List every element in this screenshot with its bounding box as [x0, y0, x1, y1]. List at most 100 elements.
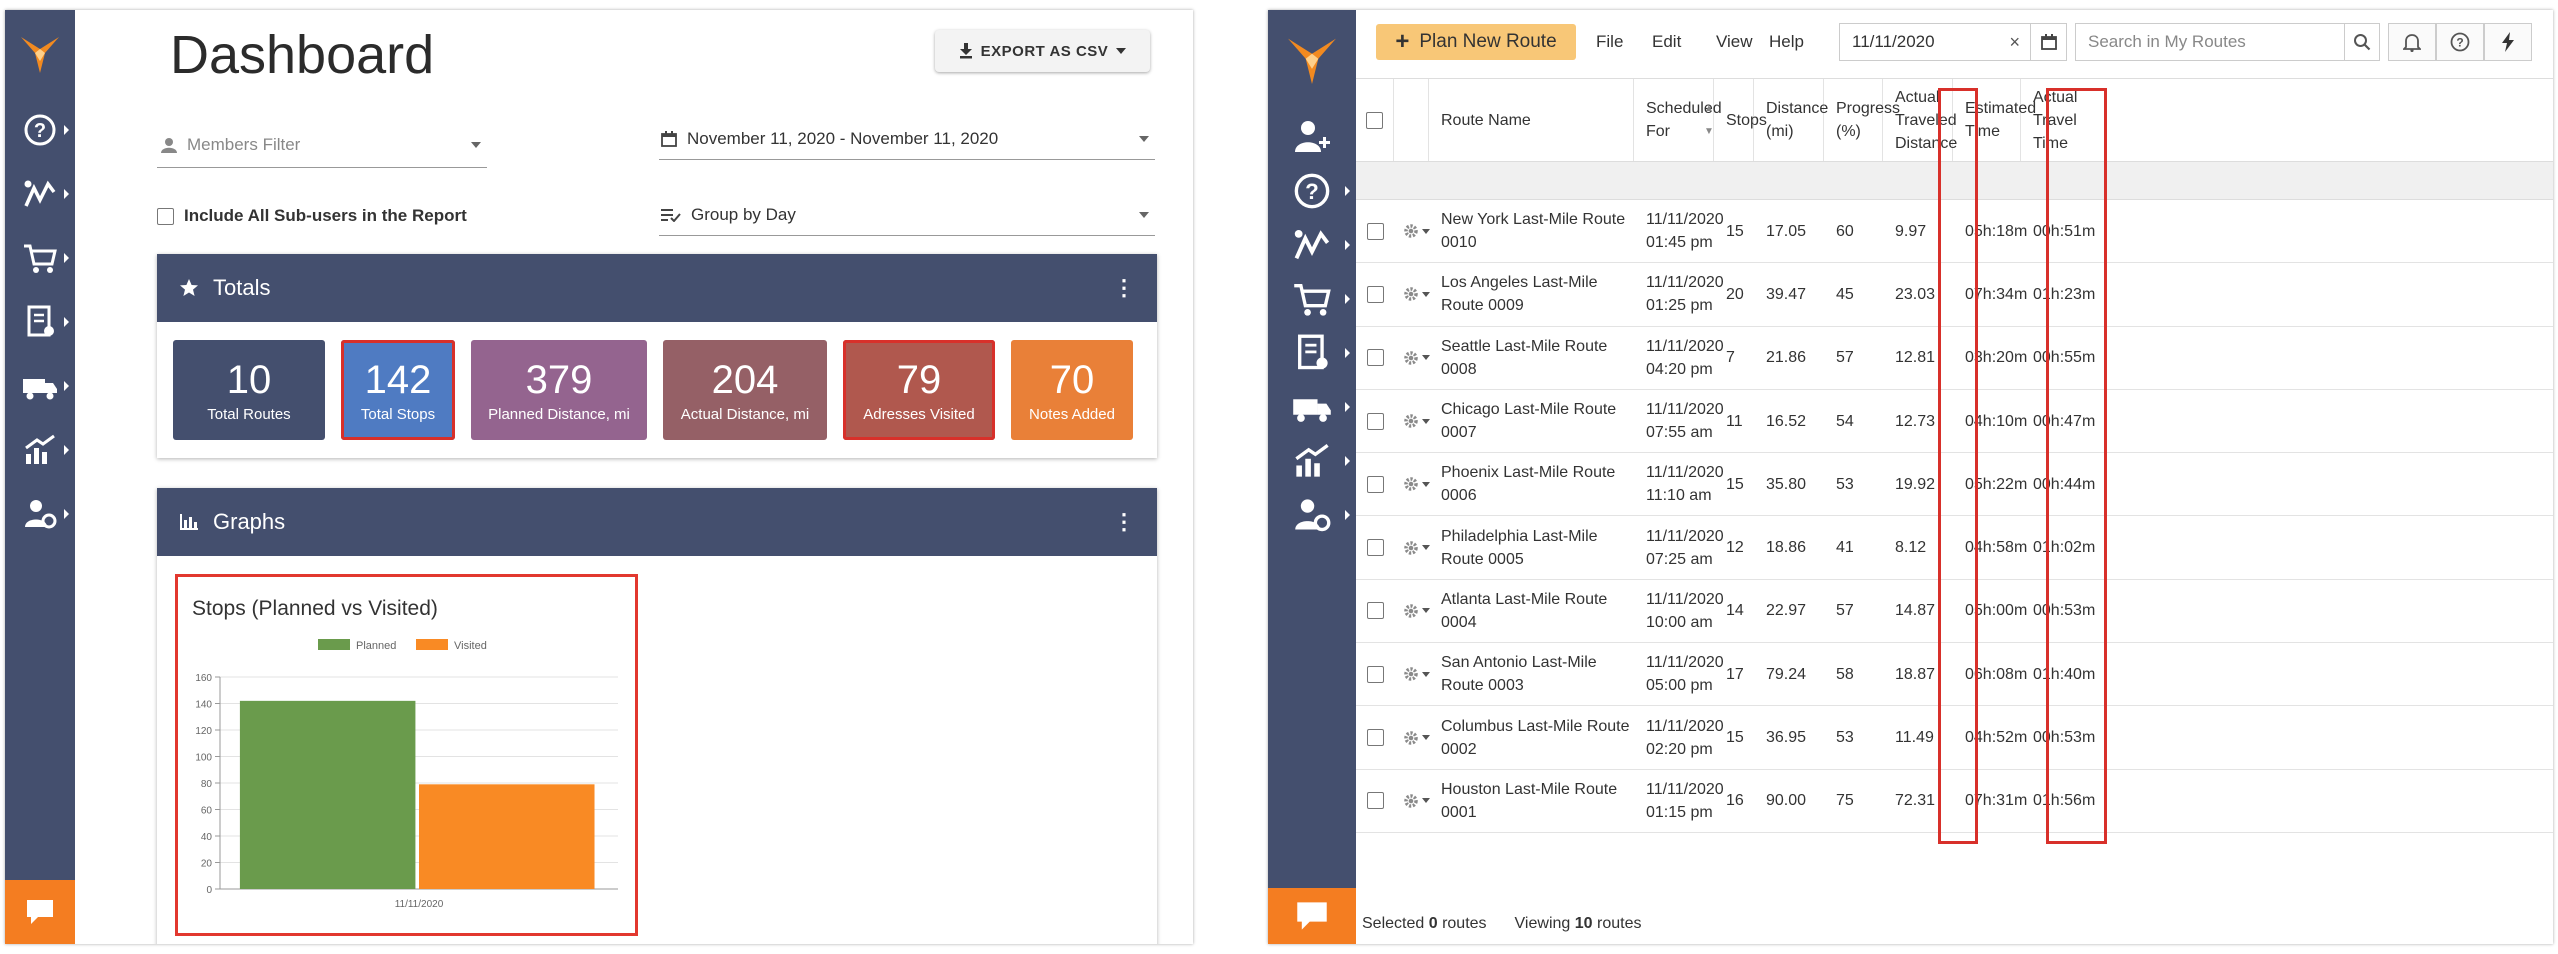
- analytics-icon[interactable]: [5, 418, 75, 482]
- app-logo[interactable]: [5, 10, 75, 98]
- stat-tile[interactable]: 142 Total Stops: [341, 340, 455, 440]
- cart-icon[interactable]: [5, 226, 75, 290]
- route-name-cell[interactable]: Atlanta Last-Mile Route 0004: [1429, 580, 1634, 642]
- plan-new-route-button[interactable]: + Plan New Route: [1376, 24, 1576, 60]
- app-logo[interactable]: [1268, 10, 1356, 110]
- gear-icon[interactable]: [1402, 412, 1430, 430]
- gear-icon[interactable]: [1402, 729, 1430, 747]
- row-checkbox[interactable]: [1366, 539, 1384, 557]
- gear-icon[interactable]: [1402, 222, 1430, 240]
- user-settings-icon[interactable]: [1268, 488, 1356, 542]
- route-name-cell[interactable]: Seattle Last-Mile Route 0008: [1429, 327, 1634, 389]
- row-checkbox[interactable]: [1366, 602, 1384, 620]
- help-icon[interactable]: ?: [5, 98, 75, 162]
- distance-cell: 22.97: [1766, 602, 1807, 620]
- search-button[interactable]: [2345, 23, 2380, 61]
- clear-icon[interactable]: ×: [2009, 32, 2020, 53]
- chat-button[interactable]: [5, 880, 75, 944]
- table-row[interactable]: 11/11/2020 02:20 pm Columbus Last-Mile Rou…: [1356, 706, 2553, 770]
- stat-label: Total Routes: [207, 405, 291, 423]
- stat-tile[interactable]: 10 Total Routes: [173, 340, 325, 440]
- column-stops[interactable]: Stops: [1714, 79, 1767, 161]
- table-row[interactable]: 11/11/2020 07:55 am Chicago Last-Mile Rout…: [1356, 390, 2553, 454]
- user-settings-icon[interactable]: [5, 482, 75, 546]
- more-options-icon[interactable]: ⋮: [1113, 275, 1135, 301]
- row-actions-cell: [1394, 453, 1430, 515]
- column-route-name[interactable]: Route Name: [1429, 79, 1634, 161]
- route-name-cell[interactable]: Philadelphia Last-Mile Route 0005: [1429, 516, 1634, 578]
- gear-icon[interactable]: [1402, 792, 1430, 810]
- row-checkbox[interactable]: [1366, 412, 1384, 430]
- help-icon[interactable]: ?: [1268, 164, 1356, 218]
- quick-actions-button[interactable]: [2484, 23, 2532, 61]
- notifications-button[interactable]: [2388, 23, 2436, 61]
- row-checkbox[interactable]: [1366, 222, 1384, 240]
- right-sidebar: ?: [1268, 10, 1356, 944]
- route-name-cell[interactable]: San Antonio Last-Mile Route 0003: [1429, 643, 1634, 705]
- subusers-checkbox[interactable]: [157, 207, 174, 225]
- column-actual-travel-time[interactable]: Actual Travel Time: [2021, 79, 2083, 161]
- help-button[interactable]: ?: [2436, 23, 2484, 61]
- table-row[interactable]: 11/11/2020 05:00 pm San Antonio Last-Mile …: [1356, 643, 2553, 707]
- route-name-cell[interactable]: Phoenix Last-Mile Route 0006: [1429, 453, 1634, 515]
- sort-icon[interactable]: ▲ ▼: [1704, 97, 1714, 143]
- analytics-icon[interactable]: [1268, 434, 1356, 488]
- table-row[interactable]: 11/11/2020 11:10 am Phoenix Last-Mile Rout…: [1356, 453, 2553, 517]
- row-checkbox[interactable]: [1366, 475, 1384, 493]
- column-actual-distance[interactable]: Actual Traveled Distance: [1883, 79, 1957, 161]
- gear-icon[interactable]: [1402, 539, 1430, 557]
- routes-icon[interactable]: [5, 162, 75, 226]
- menu-view[interactable]: View: [1716, 32, 1753, 52]
- row-checkbox[interactable]: [1366, 285, 1384, 303]
- chat-button[interactable]: [1268, 888, 1356, 944]
- search-input[interactable]: Search in My Routes: [2075, 23, 2345, 61]
- stat-tile[interactable]: 204 Actual Distance, mi: [663, 340, 827, 440]
- include-subusers-option[interactable]: Include All Sub-users in the Report: [157, 206, 467, 226]
- members-filter[interactable]: Members Filter: [157, 122, 487, 168]
- gear-icon[interactable]: [1402, 349, 1430, 367]
- vehicles-icon[interactable]: [1268, 380, 1356, 434]
- row-checkbox[interactable]: [1366, 665, 1384, 683]
- table-row[interactable]: 11/11/2020 01:15 pm Houston Last-Mile Rout…: [1356, 770, 2553, 833]
- date-range-filter[interactable]: November 11, 2020 - November 11, 2020: [659, 118, 1155, 160]
- table-row[interactable]: 11/11/2020 07:25 am Philadelphia Last-Mile…: [1356, 516, 2553, 580]
- menu-edit[interactable]: Edit: [1652, 32, 1681, 52]
- export-csv-button[interactable]: EXPORT AS CSV: [935, 30, 1150, 72]
- stat-tile[interactable]: 79 Adresses Visited: [843, 340, 995, 440]
- stat-tile[interactable]: 70 Notes Added: [1011, 340, 1133, 440]
- gear-icon[interactable]: [1402, 285, 1430, 303]
- column-progress[interactable]: Progress (%): [1824, 79, 1900, 161]
- column-distance[interactable]: Distance (mi): [1754, 79, 1828, 161]
- more-options-icon[interactable]: ⋮: [1113, 509, 1135, 535]
- calendar-button[interactable]: [2031, 23, 2067, 61]
- column-estimated-time[interactable]: Estimated Time: [1953, 79, 2036, 161]
- gear-icon[interactable]: [1402, 602, 1430, 620]
- add-user-icon[interactable]: [1268, 110, 1356, 164]
- gear-icon[interactable]: [1402, 665, 1430, 683]
- menu-help[interactable]: Help: [1769, 32, 1804, 52]
- documents-icon[interactable]: [1268, 326, 1356, 380]
- vehicles-icon[interactable]: [5, 354, 75, 418]
- routes-icon[interactable]: [1268, 218, 1356, 272]
- row-checkbox[interactable]: [1366, 792, 1384, 810]
- gear-icon[interactable]: [1402, 475, 1430, 493]
- documents-icon[interactable]: [5, 290, 75, 354]
- route-name-cell[interactable]: Columbus Last-Mile Route 0002: [1429, 706, 1634, 768]
- table-row[interactable]: 11/11/2020 01:45 pm New York Last-Mile Rou…: [1356, 200, 2553, 264]
- table-row[interactable]: 11/11/2020 01:25 pm Los Angeles Last-Mile …: [1356, 263, 2553, 327]
- table-row[interactable]: 11/11/2020 04:20 pm Seattle Last-Mile Rout…: [1356, 327, 2553, 390]
- group-by-filter[interactable]: Group by Day: [659, 194, 1155, 236]
- column-scheduled-for[interactable]: Scheduled For ▲ ▼: [1634, 79, 1722, 161]
- route-name-cell[interactable]: New York Last-Mile Route 0010: [1429, 200, 1634, 262]
- menu-file[interactable]: File: [1596, 32, 1623, 52]
- cart-icon[interactable]: [1268, 272, 1356, 326]
- route-name-cell[interactable]: Chicago Last-Mile Route 0007: [1429, 390, 1634, 452]
- row-checkbox[interactable]: [1366, 729, 1384, 747]
- date-input[interactable]: 11/11/2020 ×: [1839, 23, 2031, 61]
- row-checkbox[interactable]: [1366, 349, 1384, 367]
- table-row[interactable]: 11/11/2020 10:00 am Atlanta Last-Mile Rout…: [1356, 580, 2553, 644]
- route-name-cell[interactable]: Los Angeles Last-Mile Route 0009: [1429, 263, 1634, 325]
- select-all-checkbox[interactable]: [1366, 111, 1383, 129]
- stat-tile[interactable]: 379 Planned Distance, mi: [471, 340, 647, 440]
- route-name-cell[interactable]: Houston Last-Mile Route 0001: [1429, 770, 1634, 832]
